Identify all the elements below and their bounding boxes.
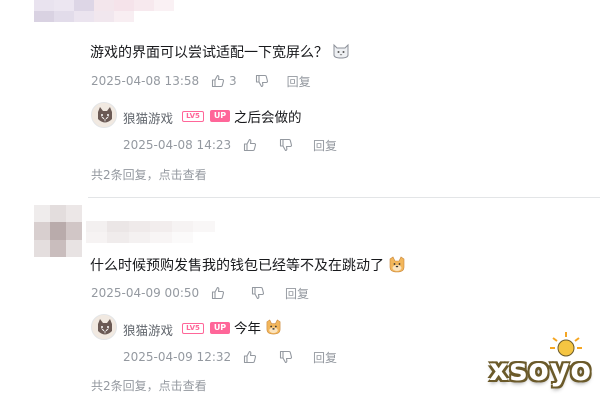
avatar[interactable]	[91, 314, 117, 340]
comment-meta: 2025-04-09 00:50 回复	[91, 285, 309, 301]
doge-emoji	[388, 256, 406, 277]
reply-button[interactable]: 回复	[287, 73, 311, 90]
thumbs-down-icon	[279, 350, 293, 364]
level-badge: LV5	[182, 111, 204, 122]
thumbs-up-icon	[211, 74, 225, 88]
dislike-button[interactable]	[255, 74, 269, 88]
thumbs-up-icon	[243, 138, 257, 152]
comment-date: 2025-04-08 13:58	[91, 74, 200, 88]
comment-date: 2025-04-09 00:50	[91, 286, 200, 300]
like-button[interactable]	[211, 286, 229, 300]
comment-text-content: 什么时候预购发售我的钱包已经等不及在跳动了	[90, 258, 384, 274]
view-replies-link[interactable]: 共2条回复，点击查看	[91, 166, 207, 183]
dislike-button[interactable]	[279, 138, 293, 152]
like-button[interactable]: 3	[211, 74, 237, 88]
reply-text-content: 今年	[234, 321, 261, 337]
dislike-button[interactable]	[279, 350, 293, 364]
thumbs-down-icon	[255, 74, 268, 88]
reply-username[interactable]: 狼猫游戏	[123, 320, 173, 339]
divider	[88, 197, 600, 198]
thumbs-up-icon	[243, 350, 257, 364]
reply-meta: 2025-04-08 14:23 回复	[123, 137, 337, 153]
comment-text: 什么时候预购发售我的钱包已经等不及在跳动了	[90, 255, 406, 277]
comment-text-content: 游戏的界面可以尝试适配一下宽屏么？	[90, 45, 328, 61]
blurred-username-1	[34, 0, 194, 22]
reply-text: 之后会做的	[234, 110, 302, 126]
blurred-avatar-2	[34, 205, 82, 257]
reply-meta: 2025-04-09 12:32 回复	[123, 349, 337, 365]
doge-emoji	[265, 319, 282, 339]
like-count: 3	[229, 74, 237, 88]
up-badge: UP	[210, 322, 230, 334]
reply-username[interactable]: 狼猫游戏	[123, 108, 173, 127]
like-button[interactable]	[243, 138, 257, 152]
like-button[interactable]	[243, 350, 257, 364]
comment-text: 游戏的界面可以尝试适配一下宽屏么？	[90, 42, 350, 63]
dislike-button[interactable]	[251, 286, 265, 300]
blurred-username-2	[86, 221, 236, 243]
reply-button[interactable]: 回复	[285, 285, 309, 302]
reply-button[interactable]: 回复	[313, 349, 337, 366]
reply-date: 2025-04-08 14:23	[123, 138, 232, 152]
up-badge: UP	[210, 110, 230, 122]
cat-face-emoji	[332, 43, 350, 63]
reply-button[interactable]: 回复	[313, 137, 337, 154]
thumbs-down-icon	[251, 286, 265, 300]
view-replies-link[interactable]: 共2条回复，点击查看	[91, 377, 207, 394]
thumbs-up-icon	[211, 286, 225, 300]
watermark-logo: xsoyo	[489, 353, 592, 388]
reply-date: 2025-04-09 12:32	[123, 350, 232, 364]
reply-text: 今年	[234, 317, 282, 339]
thumbs-down-icon	[279, 138, 293, 152]
level-badge: LV5	[182, 323, 204, 334]
avatar[interactable]	[91, 102, 117, 128]
comment-meta: 2025-04-08 13:58 3 回复	[91, 73, 311, 89]
